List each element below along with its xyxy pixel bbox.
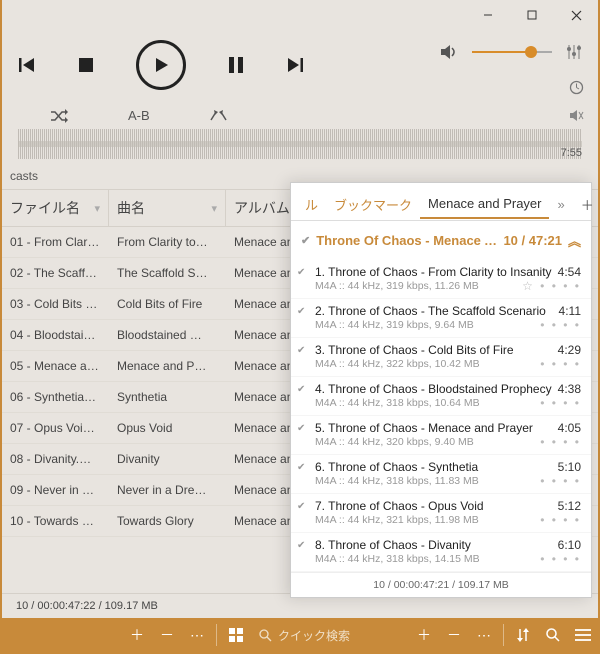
ab-repeat-label[interactable]: A-B (128, 108, 150, 123)
playlist-header[interactable]: ✔ Throne Of Chaos - Menace A… 10 / 47:21… (291, 221, 591, 260)
clock-icon[interactable] (569, 80, 584, 95)
rating-dots[interactable]: • • • • (540, 435, 581, 449)
play-button[interactable] (136, 40, 186, 90)
titlebar (2, 0, 598, 30)
time-total: 7:55 (561, 147, 582, 159)
tab-bookmark[interactable]: ブックマーク (326, 189, 420, 220)
volume-icon[interactable] (440, 44, 458, 60)
shuffle-icon[interactable] (50, 109, 68, 123)
col-song[interactable]: 曲名▾ (109, 190, 226, 226)
next-button[interactable] (286, 56, 304, 74)
playlist-panel: ル ブックマーク Menace and Prayer » ＋ ✔ Throne … (290, 182, 592, 598)
tab-ru[interactable]: ル (297, 189, 326, 220)
search-icon[interactable] (538, 618, 568, 652)
check-icon: ✔ (297, 267, 305, 278)
check-icon: ✔ (297, 423, 305, 434)
new-tab-icon[interactable]: ＋ (573, 189, 600, 220)
tabs-overflow-icon[interactable]: » (549, 191, 572, 218)
check-icon: ✔ (297, 306, 305, 317)
rating-dots[interactable]: • • • • (540, 396, 581, 410)
playlist-item[interactable]: ✔2. Throne of Chaos - The Scaffold Scena… (291, 299, 591, 338)
collapse-icon[interactable]: ︽ (568, 231, 581, 250)
waveform[interactable] (18, 129, 582, 159)
mute-icon[interactable] (569, 109, 584, 122)
playlist-item[interactable]: ✔4. Throne of Chaos - Bloodstained Proph… (291, 377, 591, 416)
check-icon: ✔ (297, 462, 305, 473)
quick-search[interactable]: クイック検索 (251, 627, 409, 644)
pause-button[interactable] (228, 56, 244, 74)
pl-add-button[interactable]: ＋ (409, 618, 439, 652)
playlist-item[interactable]: ✔5. Throne of Chaos - Menace and Prayer4… (291, 416, 591, 455)
pl-remove-button[interactable]: － (439, 618, 469, 652)
rating-dots[interactable]: ☆ • • • • (522, 279, 581, 293)
check-icon: ✔ (297, 384, 305, 395)
crossfade-icon[interactable] (210, 109, 228, 123)
minimize-button[interactable] (466, 0, 510, 30)
bottom-toolbar: ＋ － ⋯ クイック検索 ＋ － ⋯ (2, 618, 598, 652)
filter-icon[interactable]: ▾ (211, 202, 217, 215)
rating-dots[interactable]: • • • • (540, 357, 581, 371)
volume-slider[interactable] (472, 51, 552, 53)
player-area: A-B 7:55 (2, 30, 598, 163)
col-filename[interactable]: ファイル名▾ (2, 190, 109, 226)
prev-button[interactable] (18, 56, 36, 74)
rating-dots[interactable]: • • • • (540, 474, 581, 488)
check-icon: ✔ (297, 540, 305, 551)
playlist-item[interactable]: ✔7. Throne of Chaos - Opus Void5:12M4A :… (291, 494, 591, 533)
playlist-item[interactable]: ✔6. Throne of Chaos - Synthetia5:10M4A :… (291, 455, 591, 494)
check-icon: ✔ (297, 501, 305, 512)
add-button[interactable]: ＋ (122, 618, 152, 652)
maximize-button[interactable] (510, 0, 554, 30)
playlist-item[interactable]: ✔3. Throne of Chaos - Cold Bits of Fire4… (291, 338, 591, 377)
grid-view-icon[interactable] (221, 618, 251, 652)
sort-icon[interactable] (508, 618, 538, 652)
playlist-status: 10 / 00:00:47:21 / 109.17 MB (291, 572, 591, 597)
tab-active-playlist[interactable]: Menace and Prayer (420, 190, 549, 219)
check-icon: ✔ (297, 345, 305, 356)
close-button[interactable] (554, 0, 598, 30)
filter-icon[interactable]: ▾ (94, 202, 100, 215)
rating-dots[interactable]: • • • • (540, 513, 581, 527)
more-button[interactable]: ⋯ (182, 618, 212, 652)
checkmark-icon: ✔ (301, 234, 310, 247)
stop-button[interactable] (78, 57, 94, 73)
rating-dots[interactable]: • • • • (540, 552, 581, 566)
playlist-item[interactable]: ✔1. Throne of Chaos - From Clarity to In… (291, 260, 591, 299)
menu-icon[interactable] (568, 618, 598, 652)
pl-more-button[interactable]: ⋯ (469, 618, 499, 652)
remove-button[interactable]: － (152, 618, 182, 652)
rating-dots[interactable]: • • • • (540, 318, 581, 332)
playlist-item[interactable]: ✔8. Throne of Chaos - Divanity6:10M4A ::… (291, 533, 591, 572)
equalizer-icon[interactable] (566, 44, 582, 60)
